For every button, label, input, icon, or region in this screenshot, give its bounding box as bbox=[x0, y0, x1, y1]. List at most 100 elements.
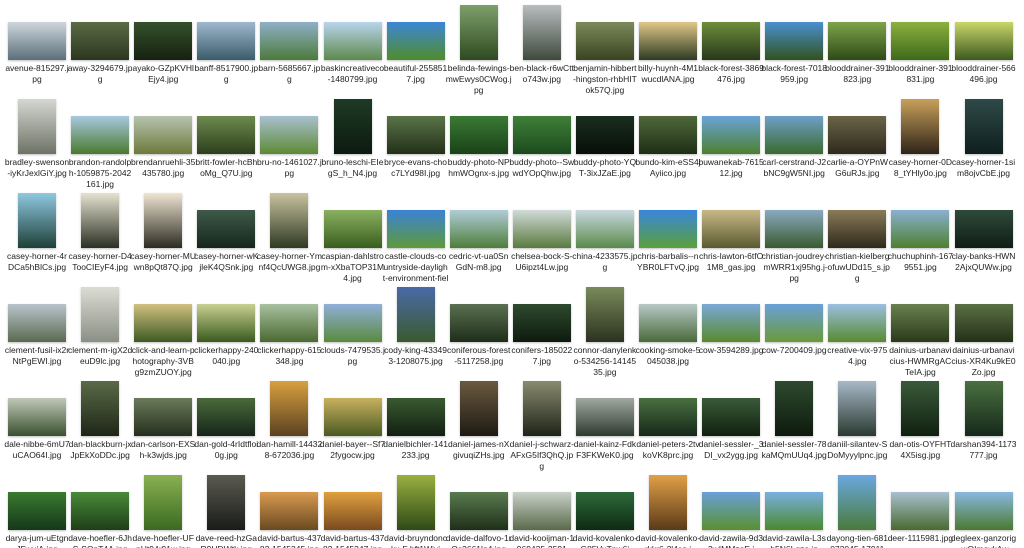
image-thumbnail[interactable] bbox=[459, 5, 498, 60]
image-thumbnail[interactable] bbox=[575, 210, 634, 248]
file-item[interactable]: david-bartus-43782-1545345.jpg bbox=[257, 474, 321, 548]
image-thumbnail[interactable] bbox=[828, 116, 887, 154]
file-item[interactable]: buddy-photo--SwwdYOpQhw.jpg bbox=[509, 98, 574, 179]
image-thumbnail[interactable] bbox=[575, 116, 634, 154]
image-thumbnail[interactable] bbox=[386, 210, 445, 248]
file-item[interactable]: cedric-vt-ua0SnGdN-m8.jpg bbox=[448, 192, 510, 273]
image-thumbnail[interactable] bbox=[81, 193, 120, 248]
file-item[interactable]: daniel-peters-2tvkoVK8prc.jpg bbox=[636, 380, 700, 461]
image-thumbnail[interactable] bbox=[134, 22, 193, 60]
file-item[interactable]: chris-barbalis--nYBR0LFTvQ.jpg bbox=[637, 192, 699, 273]
file-item[interactable]: daniel-james-nXgivuqiZHs.jpg bbox=[448, 380, 510, 461]
image-thumbnail[interactable] bbox=[197, 22, 256, 60]
file-item[interactable]: daniil-silantev-SDoMyyylpnc.jpg bbox=[826, 380, 888, 461]
file-item[interactable]: coniferous-forest-5117258.jpg bbox=[447, 286, 510, 367]
file-item[interactable]: danielbichler-141233.jpg bbox=[383, 380, 448, 461]
image-thumbnail[interactable] bbox=[270, 193, 309, 248]
file-item[interactable]: daniel-sessler-_3DI_vx2ygg.jpg bbox=[699, 380, 763, 461]
file-item[interactable]: creative-vix-9754.jpg bbox=[826, 286, 888, 367]
file-item[interactable]: daniel-kainz-FdkF3FKWeK0.jpg bbox=[574, 380, 636, 461]
file-item[interactable]: baskincreativeco-1480799.jpg bbox=[321, 4, 384, 85]
image-thumbnail[interactable] bbox=[891, 210, 950, 248]
file-item[interactable]: david-kooijman-1969435-3591 bbox=[509, 474, 574, 548]
image-thumbnail[interactable] bbox=[522, 5, 561, 60]
image-thumbnail[interactable] bbox=[449, 116, 508, 154]
file-item[interactable]: dainius-urbanavicius-HWMRgACTeIA.jpg bbox=[889, 286, 952, 378]
file-item[interactable]: casey-horner-MUwn8pQt87Q.jpg bbox=[130, 192, 196, 273]
image-thumbnail[interactable] bbox=[901, 381, 940, 436]
image-thumbnail[interactable] bbox=[828, 22, 887, 60]
image-thumbnail[interactable] bbox=[838, 475, 877, 530]
file-item[interactable]: buddy-photo-YQT-3ixJZaE.jpg bbox=[574, 98, 636, 179]
file-item[interactable]: dan-blackburn-jxJpEkXoDDc.jpg bbox=[69, 380, 132, 461]
image-thumbnail[interactable] bbox=[964, 381, 1003, 436]
file-item[interactable]: david-kovalenko-rkkr6-2l4sq.j bbox=[636, 474, 700, 548]
file-item[interactable]: clouds-7479535.jpg bbox=[320, 286, 385, 367]
image-thumbnail[interactable] bbox=[522, 381, 561, 436]
image-thumbnail[interactable] bbox=[71, 116, 130, 154]
image-thumbnail[interactable] bbox=[81, 287, 120, 342]
image-thumbnail[interactable] bbox=[891, 492, 950, 530]
file-item[interactable]: dainius-urbanavicius-XR4Ku9kE0Zo.jpg bbox=[951, 286, 1016, 378]
image-thumbnail[interactable] bbox=[8, 304, 66, 342]
image-thumbnail[interactable] bbox=[702, 492, 761, 530]
file-item[interactable]: black-forest-7018959.jpg bbox=[761, 4, 827, 85]
file-item[interactable]: clickerhappy-615348.jpg bbox=[257, 286, 322, 367]
image-thumbnail[interactable] bbox=[323, 398, 382, 436]
image-thumbnail[interactable] bbox=[639, 210, 697, 248]
image-thumbnail[interactable] bbox=[954, 304, 1013, 342]
image-thumbnail[interactable] bbox=[134, 116, 193, 154]
file-item[interactable]: chuchuphinh-1679551.jpg bbox=[888, 192, 953, 273]
image-thumbnail[interactable] bbox=[828, 210, 887, 248]
image-thumbnail[interactable] bbox=[891, 22, 950, 60]
file-item[interactable]: david-kovalenko-G85VuTpw6j bbox=[573, 474, 637, 548]
file-item[interactable]: dan-otis-OYFHT4X5isg.jpg bbox=[889, 380, 951, 461]
file-item[interactable]: brandon-randolph-1059875-2042161.jpg bbox=[69, 98, 131, 190]
file-item[interactable]: dale-nibbe-6mU7uCAO64I.jpg bbox=[4, 380, 70, 461]
image-thumbnail[interactable] bbox=[260, 116, 319, 154]
file-item[interactable]: chelsea-bock-S-U6ipzt4Lw.jpg bbox=[511, 192, 573, 273]
image-thumbnail[interactable] bbox=[512, 304, 571, 342]
image-thumbnail[interactable] bbox=[81, 381, 120, 436]
image-thumbnail[interactable] bbox=[575, 22, 634, 60]
image-thumbnail[interactable] bbox=[197, 398, 256, 436]
file-item[interactable]: cooking-smoke-5045038.jpg bbox=[636, 286, 700, 367]
file-item[interactable]: daniel-sessler-78kaMQmUUq4.jpg bbox=[762, 380, 827, 461]
image-thumbnail[interactable] bbox=[144, 475, 183, 530]
image-thumbnail[interactable] bbox=[702, 304, 761, 342]
image-thumbnail[interactable] bbox=[260, 304, 319, 342]
image-thumbnail[interactable] bbox=[702, 22, 761, 60]
file-item[interactable]: bru-no-1461027.jpg bbox=[257, 98, 322, 179]
image-thumbnail[interactable] bbox=[585, 287, 624, 342]
image-thumbnail[interactable] bbox=[838, 381, 877, 436]
file-item[interactable]: ayako-GZpKVHlEjy4.jpg bbox=[132, 4, 194, 85]
file-item[interactable]: darshan394-1173777.jpg bbox=[951, 380, 1017, 461]
image-thumbnail[interactable] bbox=[765, 22, 824, 60]
image-thumbnail[interactable] bbox=[828, 304, 887, 342]
image-thumbnail[interactable] bbox=[575, 398, 634, 436]
file-item[interactable]: buwanekab-761512.jpg bbox=[698, 98, 764, 179]
image-thumbnail[interactable] bbox=[702, 116, 761, 154]
image-thumbnail[interactable] bbox=[449, 304, 508, 342]
image-thumbnail[interactable] bbox=[386, 22, 445, 60]
image-thumbnail[interactable] bbox=[134, 398, 193, 436]
image-thumbnail[interactable] bbox=[512, 116, 571, 154]
image-thumbnail[interactable] bbox=[197, 210, 256, 248]
image-thumbnail[interactable] bbox=[18, 99, 56, 154]
file-item[interactable]: dave-reed-hzGaR9HDWtk.jpg bbox=[195, 474, 257, 548]
file-item[interactable]: david-zawila-9d33wIMMzoE.j bbox=[699, 474, 763, 548]
image-thumbnail[interactable] bbox=[575, 492, 634, 530]
file-item[interactable]: britt-fowler-hcBhoMg_Q7U.jpg bbox=[195, 98, 257, 179]
file-item[interactable]: degleex-ganzorig-wQImoykAw bbox=[951, 474, 1016, 548]
image-thumbnail[interactable] bbox=[765, 116, 824, 154]
file-item[interactable]: belinda-fewings-mwEwys0CWog.jpg bbox=[446, 4, 512, 96]
image-thumbnail[interactable] bbox=[639, 304, 697, 342]
image-thumbnail[interactable] bbox=[8, 398, 66, 436]
image-thumbnail[interactable] bbox=[260, 492, 319, 530]
file-item[interactable]: cody-king-433493-1208075.jpg bbox=[384, 286, 447, 367]
image-thumbnail[interactable] bbox=[765, 492, 824, 530]
file-item[interactable]: bradley-swenson-iyKrJexlGiY.jpg bbox=[5, 98, 69, 179]
file-item[interactable]: dayong-tien-681073045-17911 bbox=[826, 474, 888, 548]
image-thumbnail[interactable] bbox=[954, 492, 1013, 530]
image-thumbnail[interactable] bbox=[386, 398, 445, 436]
